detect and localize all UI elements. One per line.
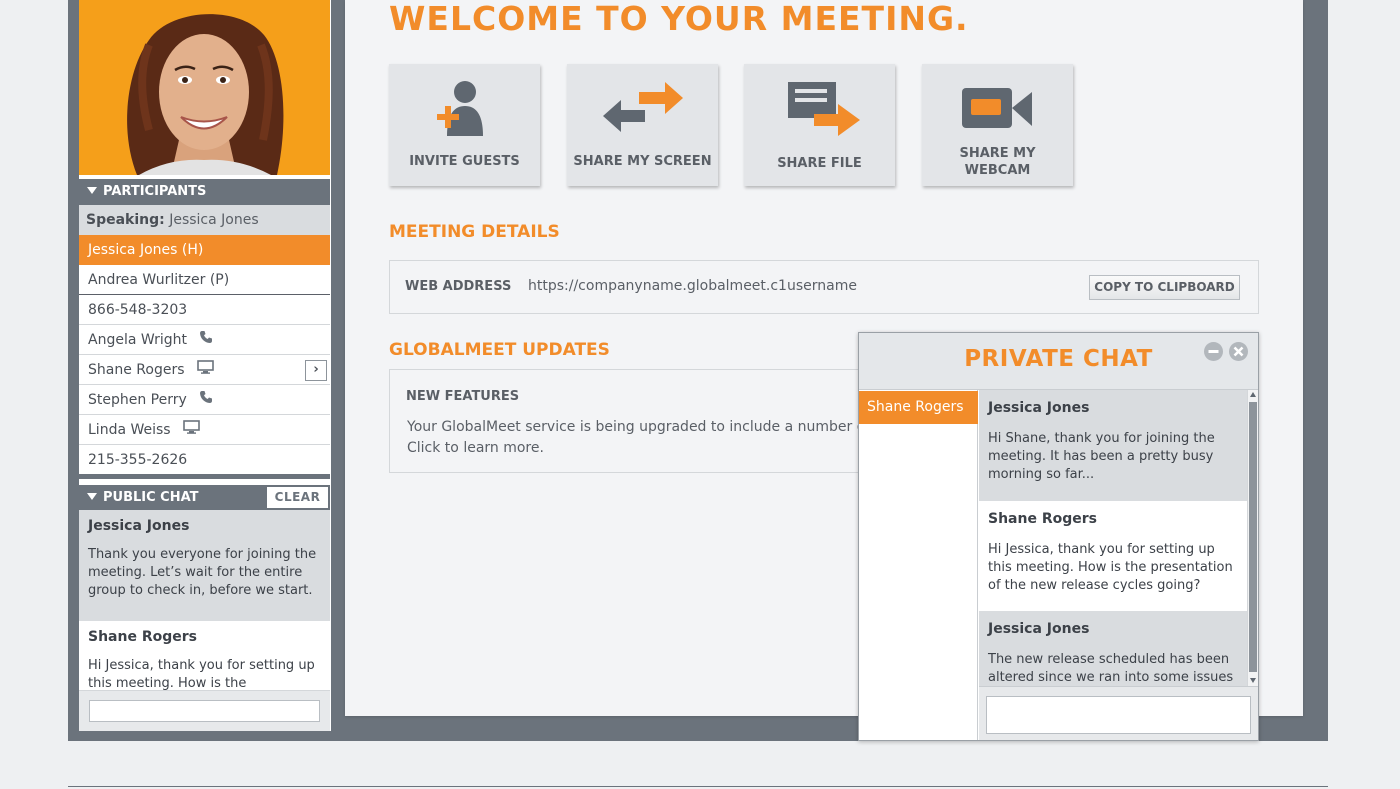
public-chat-header[interactable]: PUBLIC CHAT CLEAR bbox=[79, 485, 330, 510]
scroll-up-icon bbox=[1250, 392, 1256, 397]
scroll-down-icon bbox=[1250, 678, 1256, 683]
private-chat-messages[interactable]: Jessica Jones Hi Shane, thank you for jo… bbox=[979, 390, 1247, 686]
private-chat-compose bbox=[979, 686, 1258, 740]
webcam-icon bbox=[962, 88, 1032, 128]
clear-chat-button[interactable]: CLEAR bbox=[267, 487, 328, 508]
share-webcam-button[interactable]: SHARE MY WEBCAM bbox=[922, 64, 1073, 186]
participant-row[interactable]: Linda Weiss bbox=[79, 415, 330, 445]
chat-message: Jessica Jones Hi Shane, thank you for jo… bbox=[979, 390, 1247, 501]
public-chat-input[interactable] bbox=[89, 700, 320, 722]
participant-row[interactable]: Jessica Jones (H) bbox=[79, 235, 330, 265]
chevron-right-icon: › bbox=[313, 362, 319, 377]
speaking-name: Jessica Jones bbox=[169, 212, 259, 228]
tile-label-line: SHARE MY bbox=[959, 146, 1036, 161]
public-chat-compose bbox=[79, 690, 330, 731]
collapse-triangle-icon bbox=[87, 493, 97, 500]
invite-guest-icon bbox=[437, 81, 483, 136]
participant-row[interactable]: Angela Wright bbox=[79, 325, 330, 355]
learn-more-link[interactable]: Click to learn more. bbox=[407, 438, 892, 459]
share-file-button[interactable]: SHARE FILE bbox=[744, 64, 895, 186]
participant-list: Jessica Jones (H) Andrea Wurlitzer (P) 8… bbox=[79, 235, 330, 475]
share-screen-button[interactable]: SHARE MY SCREEN bbox=[567, 64, 718, 186]
message-text: Thank you everyone for joining the meeti… bbox=[88, 547, 317, 598]
participant-row[interactable]: 866-548-3203 bbox=[79, 295, 330, 325]
message-author: Shane Rogers bbox=[88, 629, 197, 645]
minimize-icon bbox=[1208, 350, 1219, 353]
meeting-details-title: MEETING DETAILS bbox=[389, 222, 560, 242]
web-address-value[interactable]: https://companyname.globalmeet.c1usernam… bbox=[528, 278, 857, 294]
panel-resize-handle[interactable] bbox=[79, 474, 330, 479]
share-screen-arrows-icon bbox=[603, 82, 683, 132]
public-chat-messages[interactable]: Jessica Jones Thank you everyone for joi… bbox=[79, 510, 330, 690]
message-author: Jessica Jones bbox=[988, 621, 1090, 637]
chat-contact-item[interactable]: Shane Rogers bbox=[859, 391, 978, 424]
invite-guests-button[interactable]: INVITE GUESTS bbox=[389, 64, 540, 186]
participant-row[interactable]: 215-355-2626 bbox=[79, 445, 330, 475]
collapse-triangle-icon bbox=[87, 187, 97, 194]
message-author: Jessica Jones bbox=[988, 400, 1090, 416]
chat-message: Jessica Jones The new release scheduled … bbox=[979, 611, 1247, 686]
new-features-label: NEW FEATURES bbox=[406, 389, 520, 404]
private-chat-contacts: Shane Rogers bbox=[859, 390, 978, 740]
private-chat-window: PRIVATE CHAT Shane Rogers Jessica Jones … bbox=[858, 332, 1259, 741]
participant-row[interactable]: Shane Rogers › bbox=[79, 355, 330, 385]
private-chat-input[interactable] bbox=[986, 696, 1251, 734]
message-text: The new release scheduled has been alter… bbox=[988, 652, 1234, 685]
phone-icon bbox=[199, 385, 213, 415]
message-author: Shane Rogers bbox=[988, 511, 1097, 527]
speaking-label: Speaking: bbox=[86, 212, 165, 228]
chat-message: Shane Rogers Hi Jessica, thank you for s… bbox=[79, 621, 330, 690]
chat-message: Shane Rogers Hi Jessica, thank you for s… bbox=[979, 501, 1247, 611]
close-icon bbox=[1233, 346, 1244, 357]
expand-participant-button[interactable]: › bbox=[305, 360, 327, 381]
tile-label-line: WEBCAM bbox=[964, 163, 1031, 178]
message-text: Hi Shane, thank you for joining the meet… bbox=[988, 431, 1215, 482]
participant-row[interactable]: Stephen Perry bbox=[79, 385, 330, 415]
private-chat-header[interactable]: PRIVATE CHAT bbox=[859, 333, 1258, 390]
private-chat-scrollbar[interactable] bbox=[1247, 390, 1258, 686]
close-button[interactable] bbox=[1229, 342, 1248, 361]
meeting-details-box: WEB ADDRESS https://companyname.globalme… bbox=[389, 260, 1259, 314]
scrollbar-thumb[interactable] bbox=[1249, 402, 1257, 672]
private-chat-title: PRIVATE CHAT bbox=[964, 346, 1153, 372]
monitor-icon bbox=[183, 415, 200, 445]
message-text: Hi Jessica, thank you for setting up thi… bbox=[88, 658, 315, 690]
participants-header[interactable]: PARTICIPANTS bbox=[79, 179, 330, 205]
message-author: Jessica Jones bbox=[88, 518, 190, 534]
page-title: WELCOME TO YOUR MEETING. bbox=[389, 0, 969, 38]
share-file-icon bbox=[788, 82, 860, 136]
sidebar: PARTICIPANTS Speaking: Jessica Jones Jes… bbox=[79, 0, 331, 731]
minimize-button[interactable] bbox=[1204, 342, 1223, 361]
updates-text: Your GlobalMeet service is being upgrade… bbox=[407, 419, 893, 435]
participant-row[interactable]: Andrea Wurlitzer (P) bbox=[79, 265, 330, 295]
updates-title: GLOBALMEET UPDATES bbox=[389, 340, 610, 360]
copy-to-clipboard-button[interactable]: COPY TO CLIPBOARD bbox=[1089, 275, 1240, 300]
phone-icon bbox=[199, 325, 213, 355]
message-text: Hi Jessica, thank you for setting up thi… bbox=[988, 542, 1233, 593]
speaking-indicator: Speaking: Jessica Jones bbox=[79, 205, 330, 235]
monitor-icon bbox=[197, 355, 214, 385]
presenter-avatar bbox=[79, 0, 330, 175]
chat-message: Jessica Jones Thank you everyone for joi… bbox=[79, 510, 330, 621]
web-address-label: WEB ADDRESS bbox=[405, 279, 512, 294]
